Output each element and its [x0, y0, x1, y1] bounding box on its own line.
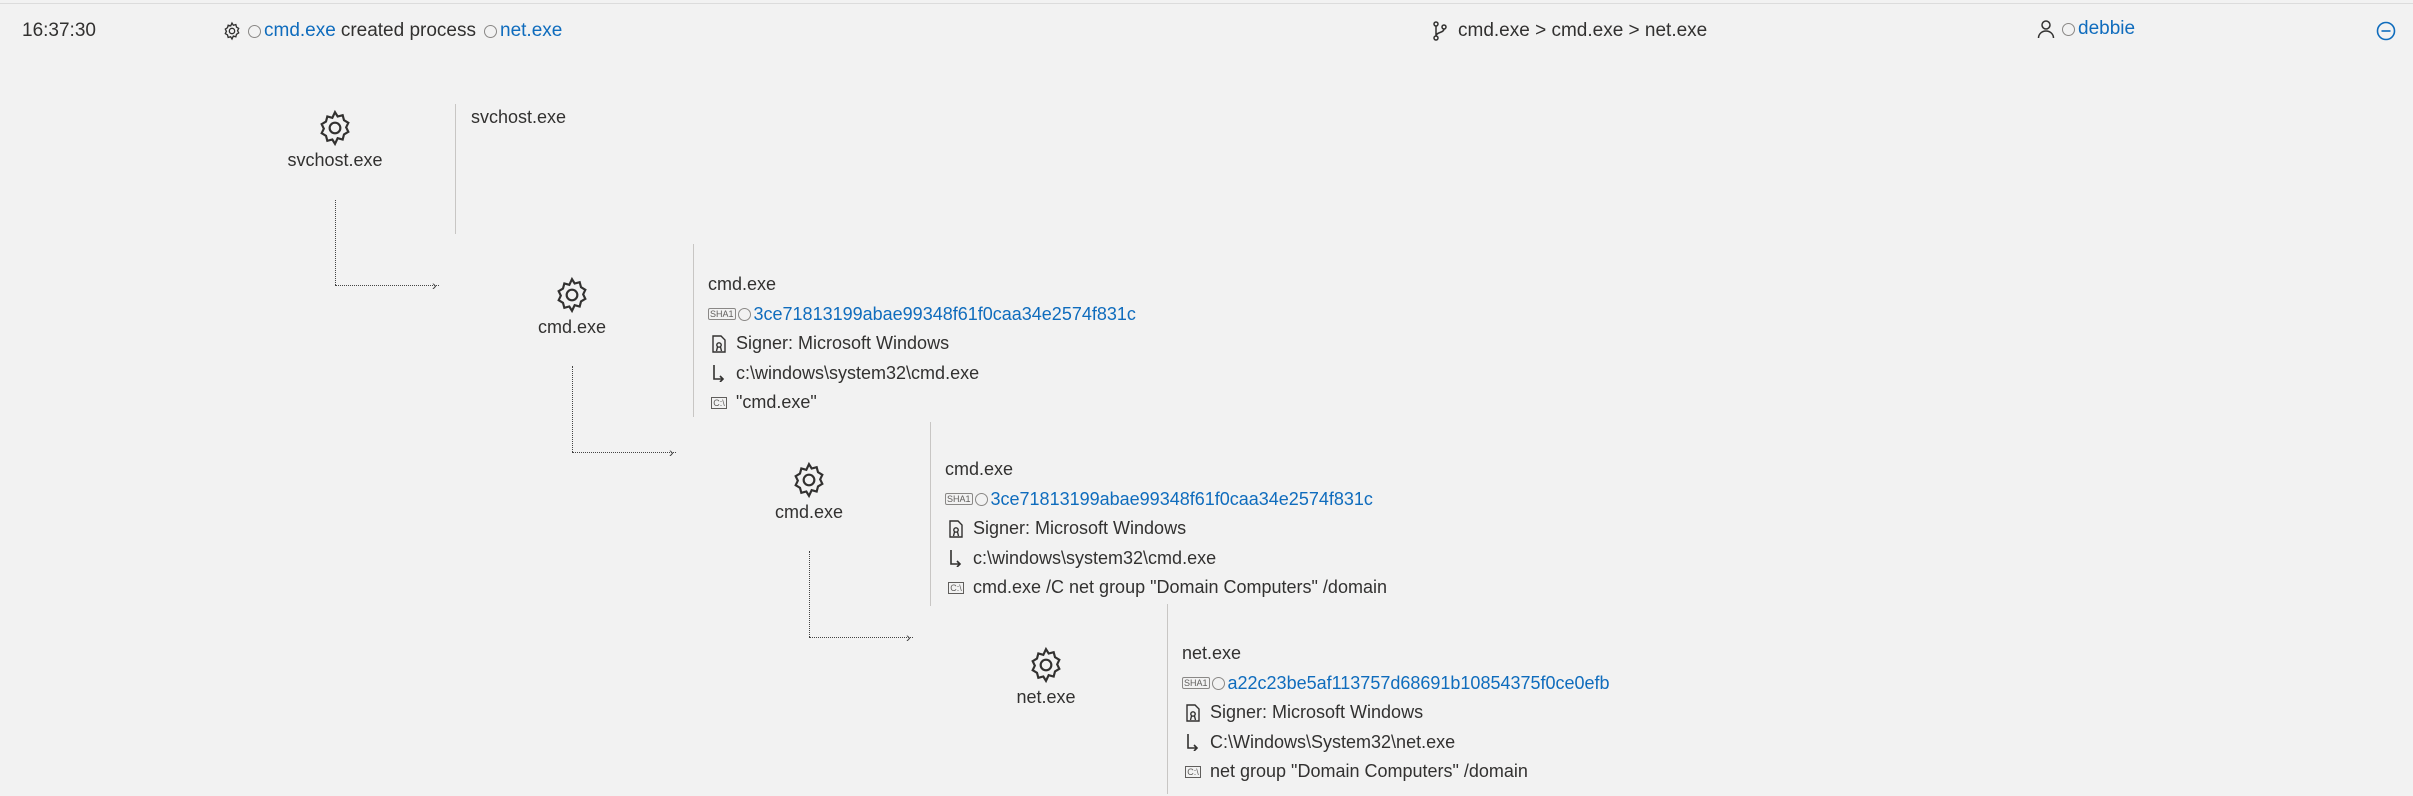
path-row: c:\windows\system32\cmd.exe [945, 544, 1387, 574]
details-divider [930, 422, 931, 606]
hash-status-icon [1211, 676, 1225, 690]
target-link[interactable]: net.exe [500, 20, 562, 42]
action-text: created process [340, 20, 476, 41]
signer-text: Signer: Microsoft Windows [736, 333, 950, 354]
chevron-right-icon: › [906, 629, 911, 645]
sha1-row: SHA1 a22c23be5af113757d68691b10854375f0c… [1182, 669, 1610, 699]
cmdline-row: C:\ "cmd.exe" [708, 388, 1136, 418]
cmdline-text: net group "Domain Computers" /domain [1210, 761, 1528, 782]
top-divider [0, 3, 2413, 4]
tree-connector [335, 285, 439, 286]
user-link[interactable]: debbie [2078, 18, 2135, 40]
signer-row: Signer: Microsoft Windows [945, 514, 1387, 544]
process-node-net[interactable]: net.exe [976, 645, 1116, 708]
console-icon: C:\ [948, 581, 964, 594]
hash-status-icon [974, 492, 988, 506]
sha1-link[interactable]: a22c23be5af113757d68691b10854375f0ce0efb [1228, 673, 1610, 694]
console-icon: C:\ [711, 396, 727, 409]
path-text: c:\windows\system32\cmd.exe [736, 362, 980, 383]
event-time: 16:37:30 [22, 18, 96, 44]
details-divider [455, 104, 456, 234]
user-info: debbie [2036, 16, 2135, 42]
folder-path-icon [1182, 733, 1204, 752]
time-text: 16:37:30 [22, 20, 96, 41]
sha1-icon: SHA1 [945, 493, 973, 506]
path-row: c:\windows\system32\cmd.exe [708, 359, 1136, 389]
process-node-cmd[interactable]: cmd.exe [739, 460, 879, 523]
sha1-row: SHA1 3ce71813199abae99348f61f0caa34e2574… [945, 485, 1387, 515]
tree-connector [809, 551, 810, 637]
sha1-icon: SHA1 [708, 308, 736, 321]
node-label: cmd.exe [774, 502, 844, 522]
sha1-link[interactable]: 3ce71813199abae99348f61f0caa34e2574f831c [991, 489, 1373, 510]
process-status-icon [248, 24, 261, 38]
tree-connector [335, 200, 336, 285]
gear-icon [222, 21, 242, 41]
node-label: cmd.exe [537, 317, 607, 337]
path-row: C:\Windows\System32\net.exe [1182, 728, 1610, 758]
path-text: c:\windows\system32\cmd.exe [973, 547, 1217, 568]
process-title: net.exe [1182, 643, 1242, 664]
folder-path-icon [708, 364, 730, 383]
sha1-link[interactable]: 3ce71813199abae99348f61f0caa34e2574f831c [754, 304, 1136, 325]
process-status-icon [484, 24, 497, 38]
process-details: net.exe SHA1 a22c23be5af113757d68691b108… [1182, 639, 1610, 787]
sha1-icon: SHA1 [1182, 677, 1210, 690]
process-details: cmd.exe SHA1 3ce71813199abae99348f61f0ca… [708, 270, 1136, 418]
details-divider [693, 244, 694, 417]
console-icon: C:\ [1185, 765, 1201, 778]
node-label: net.exe [1016, 687, 1076, 707]
certificate-icon [708, 335, 730, 353]
cmdline-text: "cmd.exe" [736, 392, 817, 413]
process-path: cmd.exe > cmd.exe > net.exe [1432, 18, 1707, 44]
path-text: cmd.exe > cmd.exe > net.exe [1458, 20, 1708, 41]
branch-icon [1432, 21, 1448, 41]
signer-text: Signer: Microsoft Windows [1210, 702, 1424, 723]
sha1-row: SHA1 3ce71813199abae99348f61f0caa34e2574… [708, 300, 1136, 330]
tree-connector [572, 452, 676, 453]
process-details: svchost.exe [471, 103, 566, 133]
chevron-right-icon: › [669, 444, 674, 460]
process-details: cmd.exe SHA1 3ce71813199abae99348f61f0ca… [945, 455, 1387, 603]
folder-path-icon [945, 549, 967, 568]
process-title: cmd.exe [945, 459, 1014, 480]
cmdline-text: cmd.exe /C net group "Domain Computers" … [973, 577, 1387, 598]
process-title: svchost.exe [471, 107, 567, 128]
signer-row: Signer: Microsoft Windows [708, 329, 1136, 359]
process-node-cmd[interactable]: cmd.exe [502, 275, 642, 338]
cmdline-row: C:\ net group "Domain Computers" /domain [1182, 757, 1610, 787]
gear-icon [794, 461, 824, 499]
gear-icon [1031, 646, 1061, 684]
tree-connector [572, 366, 573, 452]
process-title: cmd.exe [708, 274, 777, 295]
gear-icon [320, 109, 350, 147]
gear-icon [557, 276, 587, 314]
path-text: C:\Windows\System32\net.exe [1210, 731, 1456, 752]
hash-status-icon [737, 307, 751, 321]
certificate-icon [1182, 704, 1204, 722]
details-divider [1167, 604, 1168, 794]
event-summary: cmd.exe created process net.exe [222, 18, 562, 44]
user-status-icon [2062, 22, 2075, 36]
user-icon [2036, 19, 2056, 39]
process-node-svchost[interactable]: svchost.exe [265, 108, 405, 171]
tree-connector [809, 637, 913, 638]
cmdline-row: C:\ cmd.exe /C net group "Domain Compute… [945, 573, 1387, 603]
node-label: svchost.exe [287, 150, 383, 170]
actor-link[interactable]: cmd.exe [264, 20, 336, 42]
minus-circle-icon[interactable] [2376, 21, 2396, 41]
certificate-icon [945, 520, 967, 538]
signer-row: Signer: Microsoft Windows [1182, 698, 1610, 728]
chevron-right-icon: › [432, 277, 437, 293]
signer-text: Signer: Microsoft Windows [973, 518, 1187, 539]
